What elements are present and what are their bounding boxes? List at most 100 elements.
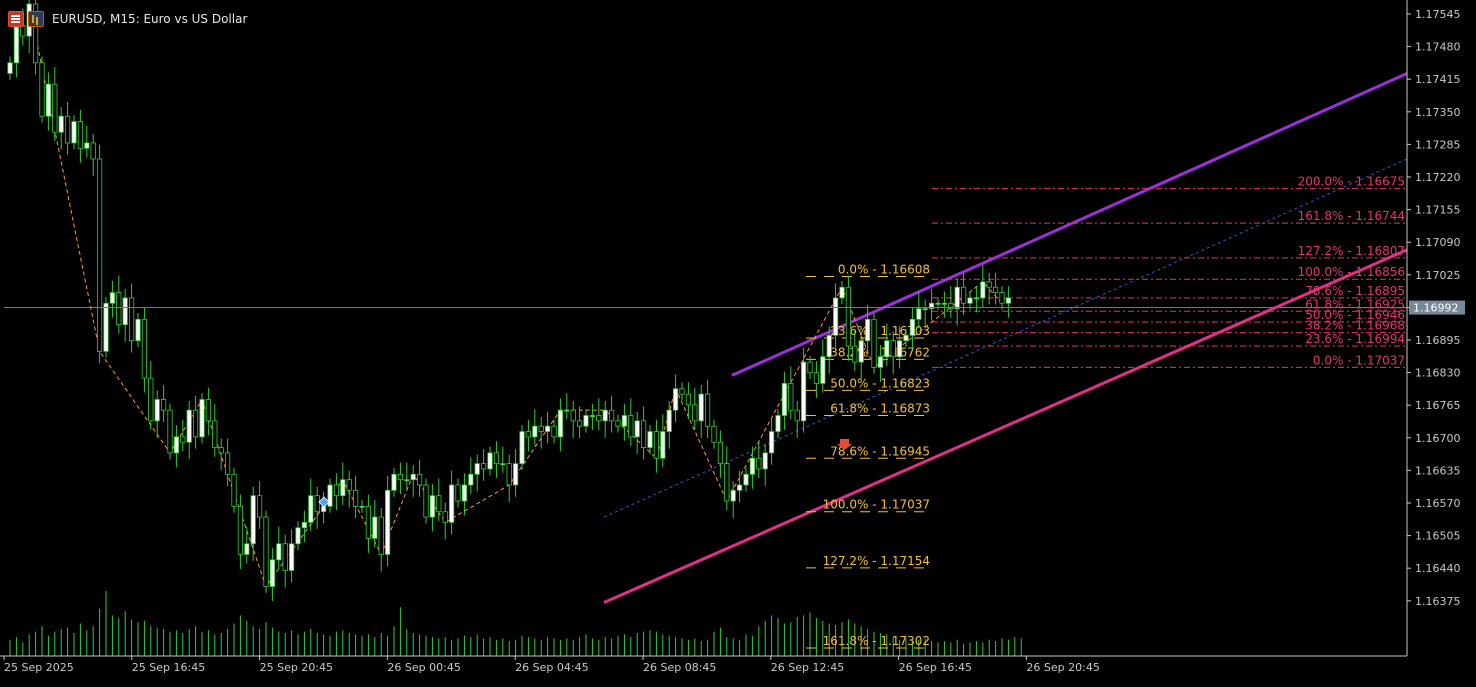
- candle-body: [730, 489, 736, 502]
- fib-right-label: 100.0% - 1.16856: [1298, 265, 1405, 279]
- candle-body: [397, 473, 404, 481]
- candle-body: [346, 479, 352, 491]
- fib-left-label: 127.2% - 1.17154: [823, 554, 930, 568]
- candle-body: [224, 452, 231, 475]
- candle-body: [282, 543, 288, 571]
- candle-body: [288, 543, 295, 571]
- candle-body: [525, 431, 532, 438]
- fib-left-label: 23.6% - 1.16703: [830, 324, 930, 338]
- fib-left-label: 0.0% - 1.16608: [838, 263, 930, 277]
- chart-title-bar: EURUSD, M15: Euro vs US Dollar: [8, 10, 247, 28]
- candle-body: [116, 292, 122, 326]
- candle-body: [423, 484, 429, 518]
- candle-body: [973, 297, 980, 300]
- candle-body: [237, 505, 243, 555]
- candle-body: [545, 425, 551, 432]
- candle-body: [109, 292, 115, 304]
- candle-body: [167, 409, 173, 454]
- candle-body: [679, 388, 685, 395]
- candle-body: [71, 121, 77, 144]
- candle-body: [180, 436, 186, 443]
- candle-body: [410, 473, 416, 481]
- candle-body: [39, 62, 45, 117]
- candle-body: [685, 393, 692, 406]
- candle-body: [314, 495, 320, 513]
- candle-body: [621, 415, 628, 427]
- candle-body: [826, 334, 832, 358]
- candle-body: [602, 409, 608, 422]
- y-tick-label: 1.17155: [1415, 204, 1461, 217]
- candle-body: [673, 388, 679, 411]
- candle-body: [333, 484, 340, 497]
- candle-body: [250, 495, 256, 545]
- candle-body: [513, 463, 519, 486]
- y-tick-label: 1.17090: [1415, 236, 1461, 249]
- candle-body: [231, 473, 237, 507]
- y-tick-label: 1.17350: [1415, 106, 1461, 119]
- candle-body: [378, 516, 384, 555]
- candle-body: [487, 452, 493, 470]
- candle-body: [871, 318, 877, 368]
- candle-body: [199, 399, 205, 438]
- candle-body: [692, 404, 698, 422]
- candle-body: [794, 409, 800, 422]
- list-icon[interactable]: [8, 11, 24, 27]
- fib-left-label: 61.8% - 1.16873: [830, 402, 930, 416]
- candle-body: [45, 83, 52, 117]
- candle-body: [628, 415, 634, 438]
- candle-body: [52, 83, 58, 133]
- fib-right-label: 127.2% - 1.16807: [1298, 244, 1405, 258]
- candle-body: [97, 158, 103, 352]
- y-tick-label: 1.16765: [1415, 399, 1461, 412]
- candle-body: [916, 308, 922, 320]
- candle-body: [890, 340, 896, 358]
- candle-body: [500, 463, 506, 466]
- candle-body: [993, 286, 999, 293]
- candle-body: [954, 286, 960, 310]
- y-tick-label: 1.16700: [1415, 432, 1461, 445]
- candle-body: [935, 302, 941, 305]
- candle-body: [154, 399, 160, 422]
- candle-body: [538, 425, 544, 432]
- candle-body: [532, 425, 538, 438]
- candle-body: [641, 420, 647, 448]
- fib-right-label: 161.8% - 1.16744: [1298, 209, 1405, 223]
- candle-body: [256, 495, 263, 518]
- candle-body: [90, 142, 96, 160]
- candle-body: [276, 543, 282, 561]
- current-price-label: 1.16992: [1413, 302, 1459, 315]
- chart-area[interactable]: 0.0% - 1.16608 23.6% - 1.16703 38.2% - 1.1…: [0, 0, 1476, 683]
- x-tick-label: 26 Sep 12:45: [771, 661, 844, 674]
- candle-body: [7, 62, 13, 74]
- candle-body: [660, 431, 666, 459]
- candle-body: [212, 420, 218, 448]
- candle-body: [813, 372, 820, 384]
- candle-body: [877, 356, 884, 368]
- candle-body: [244, 543, 250, 555]
- candle-body: [455, 484, 461, 502]
- candle-body: [205, 399, 211, 422]
- y-tick-label: 1.17220: [1415, 171, 1461, 184]
- candle-body: [737, 484, 743, 491]
- chart-bars-icon[interactable]: [28, 11, 44, 27]
- candle-body: [756, 457, 762, 470]
- candle-body: [717, 441, 724, 465]
- candle-body: [865, 318, 871, 342]
- candle-body: [999, 292, 1005, 304]
- candle-body: [705, 393, 711, 427]
- candle-body: [103, 302, 109, 352]
- candle-body: [436, 495, 442, 513]
- fib-right-label: 23.6% - 1.16994: [1305, 332, 1405, 346]
- candle-body: [781, 383, 788, 416]
- candle-body: [609, 409, 615, 422]
- candle-body: [769, 431, 775, 454]
- fib-left-label: 100.0% - 1.17037: [823, 498, 930, 512]
- candle-body: [173, 436, 179, 454]
- price-chart[interactable]: 0.0% - 1.16608 23.6% - 1.16703 38.2% - 1.1…: [0, 0, 1476, 683]
- candle-body: [941, 302, 948, 305]
- candle-body: [340, 479, 346, 497]
- candle-body: [557, 409, 564, 438]
- y-tick-label: 1.17415: [1415, 73, 1461, 86]
- candle-body: [480, 463, 487, 470]
- candle-body: [551, 425, 557, 438]
